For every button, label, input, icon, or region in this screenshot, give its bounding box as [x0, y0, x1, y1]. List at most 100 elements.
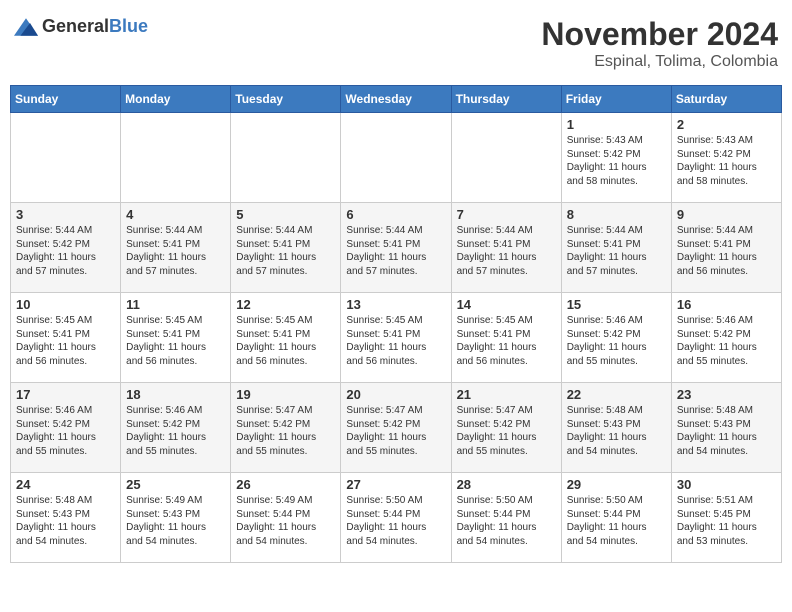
calendar-cell: 30Sunrise: 5:51 AMSunset: 5:45 PMDayligh…: [671, 473, 781, 563]
cell-info: Sunrise: 5:44 AMSunset: 5:42 PMDaylight:…: [16, 224, 115, 278]
cell-info: Sunrise: 5:45 AMSunset: 5:41 PMDaylight:…: [16, 314, 115, 368]
calendar-cell: 27Sunrise: 5:50 AMSunset: 5:44 PMDayligh…: [341, 473, 451, 563]
calendar-week-row: 24Sunrise: 5:48 AMSunset: 5:43 PMDayligh…: [11, 473, 782, 563]
calendar-cell: 23 Sunrise: 5:48 AMSunset: 5:43 PMDayligh…: [671, 383, 781, 473]
calendar-cell: 8 Sunrise: 5:44 AMSunset: 5:41 PMDaylight…: [561, 203, 671, 293]
calendar-table: SundayMondayTuesdayWednesdayThursdayFrid…: [10, 85, 782, 563]
calendar-cell: 25 Sunrise: 5:49 AMSunset: 5:43 PMDayligh…: [121, 473, 231, 563]
weekday-header-cell: Thursday: [451, 86, 561, 113]
cell-info: Sunrise: 5:45 AMSunset: 5:41 PMDaylight:…: [457, 314, 556, 368]
day-number: 11: [126, 297, 225, 312]
calendar-cell: 4Sunrise: 5:44 AMSunset: 5:41 PMDaylight…: [121, 203, 231, 293]
weekday-header-cell: Tuesday: [231, 86, 341, 113]
cell-info: Sunrise: 5:43 AMSunset: 5:42 PMDaylight:…: [567, 134, 666, 188]
cell-info: Sunrise: 5:50 AMSunset: 5:44 PMDaylight:…: [457, 494, 556, 548]
cell-info: Sunrise: 5:45 AMSunset: 5:41 PMDaylight:…: [236, 314, 335, 368]
calendar-cell: 17 Sunrise: 5:46 AMSunset: 5:42 PMDayligh…: [11, 383, 121, 473]
calendar-cell: 11 Sunrise: 5:45 AMSunset: 5:41 PMDayligh…: [121, 293, 231, 383]
day-number: 9: [677, 207, 776, 222]
calendar-cell: 13Sunrise: 5:45 AMSunset: 5:41 PMDayligh…: [341, 293, 451, 383]
calendar-cell: 1 Sunrise: 5:43 AMSunset: 5:42 PMDaylight…: [561, 113, 671, 203]
day-number: 29: [567, 477, 666, 492]
calendar-cell: [341, 113, 451, 203]
calendar-cell: 6Sunrise: 5:44 AMSunset: 5:41 PMDaylight…: [341, 203, 451, 293]
day-number: 1: [567, 117, 666, 132]
day-number: 24: [16, 477, 115, 492]
calendar-cell: 14Sunrise: 5:45 AMSunset: 5:41 PMDayligh…: [451, 293, 561, 383]
calendar-body: 1 Sunrise: 5:43 AMSunset: 5:42 PMDaylight…: [11, 113, 782, 563]
cell-info: Sunrise: 5:43 AMSunset: 5:42 PMDaylight:…: [677, 134, 776, 188]
weekday-header-cell: Monday: [121, 86, 231, 113]
day-number: 16: [677, 297, 776, 312]
weekday-header-cell: Sunday: [11, 86, 121, 113]
logo-icon: [14, 18, 38, 36]
cell-info: Sunrise: 5:44 AMSunset: 5:41 PMDaylight:…: [346, 224, 445, 278]
day-number: 20: [346, 387, 445, 402]
weekday-header-cell: Saturday: [671, 86, 781, 113]
calendar-cell: 18 Sunrise: 5:46 AMSunset: 5:42 PMDayligh…: [121, 383, 231, 473]
logo-text-blue: Blue: [109, 16, 148, 36]
header: GeneralBlue November 2024 Espinal, Tolim…: [10, 10, 782, 77]
calendar-week-row: 10 Sunrise: 5:45 AMSunset: 5:41 PMDayligh…: [11, 293, 782, 383]
day-number: 19: [236, 387, 335, 402]
calendar-cell: 10 Sunrise: 5:45 AMSunset: 5:41 PMDayligh…: [11, 293, 121, 383]
day-number: 17: [16, 387, 115, 402]
calendar-cell: [11, 113, 121, 203]
cell-info: Sunrise: 5:50 AMSunset: 5:44 PMDaylight:…: [346, 494, 445, 548]
calendar-week-row: 17 Sunrise: 5:46 AMSunset: 5:42 PMDayligh…: [11, 383, 782, 473]
calendar-cell: 24Sunrise: 5:48 AMSunset: 5:43 PMDayligh…: [11, 473, 121, 563]
cell-info: Sunrise: 5:48 AMSunset: 5:43 PMDaylight:…: [567, 404, 666, 458]
month-title: November 2024: [541, 16, 778, 53]
calendar-cell: 12 Sunrise: 5:45 AMSunset: 5:41 PMDayligh…: [231, 293, 341, 383]
day-number: 15: [567, 297, 666, 312]
calendar-cell: 7 Sunrise: 5:44 AMSunset: 5:41 PMDaylight…: [451, 203, 561, 293]
location-title: Espinal, Tolima, Colombia: [541, 53, 778, 71]
calendar-cell: 26Sunrise: 5:49 AMSunset: 5:44 PMDayligh…: [231, 473, 341, 563]
weekday-header-row: SundayMondayTuesdayWednesdayThursdayFrid…: [11, 86, 782, 113]
day-number: 5: [236, 207, 335, 222]
day-number: 7: [457, 207, 556, 222]
day-number: 22: [567, 387, 666, 402]
calendar-cell: 19 Sunrise: 5:47 AMSunset: 5:42 PMDayligh…: [231, 383, 341, 473]
calendar-cell: 9 Sunrise: 5:44 AMSunset: 5:41 PMDaylight…: [671, 203, 781, 293]
cell-info: Sunrise: 5:50 AMSunset: 5:44 PMDaylight:…: [567, 494, 666, 548]
day-number: 21: [457, 387, 556, 402]
logo-text-general: General: [42, 16, 109, 36]
cell-info: Sunrise: 5:45 AMSunset: 5:41 PMDaylight:…: [126, 314, 225, 368]
cell-info: Sunrise: 5:49 AMSunset: 5:43 PMDaylight:…: [126, 494, 225, 548]
day-number: 10: [16, 297, 115, 312]
cell-info: Sunrise: 5:48 AMSunset: 5:43 PMDaylight:…: [677, 404, 776, 458]
day-number: 30: [677, 477, 776, 492]
calendar-cell: 22 Sunrise: 5:48 AMSunset: 5:43 PMDayligh…: [561, 383, 671, 473]
day-number: 25: [126, 477, 225, 492]
calendar-cell: [121, 113, 231, 203]
cell-info: Sunrise: 5:44 AMSunset: 5:41 PMDaylight:…: [567, 224, 666, 278]
calendar-cell: 16 Sunrise: 5:46 AMSunset: 5:42 PMDayligh…: [671, 293, 781, 383]
cell-info: Sunrise: 5:44 AMSunset: 5:41 PMDaylight:…: [677, 224, 776, 278]
calendar-cell: [451, 113, 561, 203]
cell-info: Sunrise: 5:44 AMSunset: 5:41 PMDaylight:…: [236, 224, 335, 278]
weekday-header-cell: Wednesday: [341, 86, 451, 113]
day-number: 26: [236, 477, 335, 492]
calendar-cell: [231, 113, 341, 203]
day-number: 12: [236, 297, 335, 312]
calendar-cell: 2 Sunrise: 5:43 AMSunset: 5:42 PMDaylight…: [671, 113, 781, 203]
calendar-cell: 21 Sunrise: 5:47 AMSunset: 5:42 PMDayligh…: [451, 383, 561, 473]
cell-info: Sunrise: 5:46 AMSunset: 5:42 PMDaylight:…: [677, 314, 776, 368]
day-number: 2: [677, 117, 776, 132]
calendar-week-row: 3Sunrise: 5:44 AMSunset: 5:42 PMDaylight…: [11, 203, 782, 293]
calendar-cell: 28Sunrise: 5:50 AMSunset: 5:44 PMDayligh…: [451, 473, 561, 563]
day-number: 23: [677, 387, 776, 402]
cell-info: Sunrise: 5:47 AMSunset: 5:42 PMDaylight:…: [457, 404, 556, 458]
calendar-cell: 15Sunrise: 5:46 AMSunset: 5:42 PMDayligh…: [561, 293, 671, 383]
day-number: 18: [126, 387, 225, 402]
cell-info: Sunrise: 5:46 AMSunset: 5:42 PMDaylight:…: [16, 404, 115, 458]
calendar-cell: 20Sunrise: 5:47 AMSunset: 5:42 PMDayligh…: [341, 383, 451, 473]
day-number: 8: [567, 207, 666, 222]
calendar-cell: 29 Sunrise: 5:50 AMSunset: 5:44 PMDayligh…: [561, 473, 671, 563]
day-number: 13: [346, 297, 445, 312]
calendar-cell: 3Sunrise: 5:44 AMSunset: 5:42 PMDaylight…: [11, 203, 121, 293]
cell-info: Sunrise: 5:47 AMSunset: 5:42 PMDaylight:…: [236, 404, 335, 458]
cell-info: Sunrise: 5:44 AMSunset: 5:41 PMDaylight:…: [457, 224, 556, 278]
cell-info: Sunrise: 5:46 AMSunset: 5:42 PMDaylight:…: [126, 404, 225, 458]
